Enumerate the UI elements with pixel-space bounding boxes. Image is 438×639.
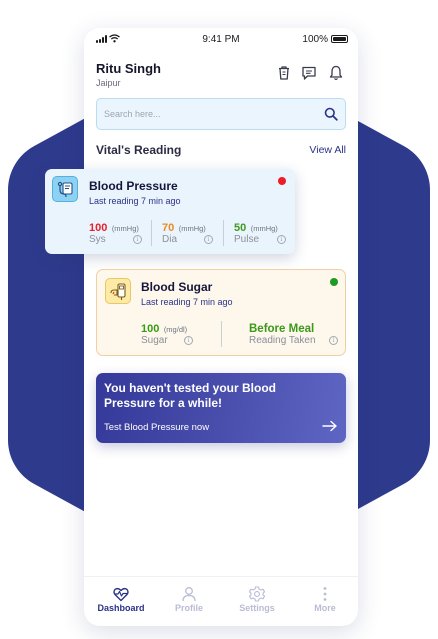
sys-metric: 100 (mmHg) Sys i xyxy=(89,218,142,245)
divider xyxy=(223,220,224,246)
blood-pressure-card[interactable]: Blood Pressure Last reading 7 min ago 10… xyxy=(45,169,295,254)
nav-label: Dashboard xyxy=(97,603,145,613)
dia-info-icon[interactable]: i xyxy=(204,235,213,244)
test-blood-pressure-link[interactable]: Test Blood Pressure now xyxy=(104,422,209,433)
reading-taken-label: Reading Taken xyxy=(249,335,316,346)
battery-percent: 100% xyxy=(302,34,328,45)
blood-pressure-last-reading: Last reading 7 min ago xyxy=(89,196,181,206)
more-vertical-icon xyxy=(323,587,327,601)
reading-taken-metric: Before Meal Reading Taken i xyxy=(249,319,338,346)
sys-label: Sys xyxy=(89,234,106,245)
sys-value: 100 xyxy=(89,222,108,234)
search-icon[interactable] xyxy=(324,107,338,121)
pulse-info-icon[interactable]: i xyxy=(277,235,286,244)
sugar-unit: (mg/dl) xyxy=(163,325,188,334)
blood-sugar-title: Blood Sugar xyxy=(141,280,213,294)
blood-pressure-icon xyxy=(52,176,78,202)
pulse-label: Pulse xyxy=(234,234,260,245)
sugar-value: 100 xyxy=(141,323,160,335)
dia-unit: (mmHg) xyxy=(178,224,206,233)
reminder-title: You haven't tested your Blood Pressure f… xyxy=(104,381,276,410)
meal-status-value: Before Meal xyxy=(249,323,315,335)
search-input[interactable]: Search here... xyxy=(96,98,346,130)
gear-icon xyxy=(248,586,266,602)
vitals-heading: Vital's Reading xyxy=(96,143,182,157)
trash-icon[interactable] xyxy=(275,64,293,82)
nav-label: More xyxy=(314,603,336,613)
status-bar: 9:41 PM 100% xyxy=(84,28,358,52)
nav-label: Profile xyxy=(174,603,203,613)
sugar-label: Sugar xyxy=(141,335,168,346)
nav-label: Settings xyxy=(239,603,275,613)
reminder-banner[interactable]: You haven't tested your Blood Pressure f… xyxy=(96,373,346,443)
user-name: Ritu Singh xyxy=(96,61,161,76)
pulse-value: 50 xyxy=(234,222,247,234)
dia-value: 70 xyxy=(162,222,175,234)
pulse-unit: (mmHg) xyxy=(250,224,278,233)
user-city: Jaipur xyxy=(96,78,121,88)
blood-pressure-status-dot xyxy=(278,177,286,185)
blood-sugar-last-reading: Last reading 7 min ago xyxy=(141,297,233,307)
search-placeholder: Search here... xyxy=(104,109,161,119)
view-all-link[interactable]: View All xyxy=(309,144,346,156)
person-icon xyxy=(182,587,196,602)
divider xyxy=(151,220,152,246)
blood-sugar-status-dot xyxy=(330,278,338,286)
arrow-right-icon[interactable] xyxy=(322,420,338,432)
bottom-navigation: Dashboard Profile Settings More xyxy=(84,576,358,622)
heart-pulse-icon xyxy=(113,587,129,602)
reading-taken-info-icon[interactable]: i xyxy=(329,336,338,345)
nav-settings[interactable]: Settings xyxy=(223,577,291,623)
battery-icon xyxy=(331,35,348,43)
chat-icon[interactable] xyxy=(300,64,318,82)
glucometer-icon xyxy=(105,278,131,304)
bell-icon[interactable] xyxy=(327,64,345,82)
sugar-info-icon[interactable]: i xyxy=(184,336,193,345)
dia-label: Dia xyxy=(162,234,178,245)
pulse-metric: 50 (mmHg) Pulse i xyxy=(234,218,286,245)
sys-info-icon[interactable]: i xyxy=(133,235,142,244)
sys-unit: (mmHg) xyxy=(111,224,139,233)
nav-more[interactable]: More xyxy=(291,577,359,623)
nav-dashboard[interactable]: Dashboard xyxy=(87,577,155,623)
nav-profile[interactable]: Profile xyxy=(155,577,223,623)
dia-metric: 70 (mmHg) Dia i xyxy=(162,218,213,245)
blood-sugar-card[interactable]: Blood Sugar Last reading 7 min ago 100 (… xyxy=(96,269,346,356)
sugar-metric: 100 (mg/dl) Sugar i xyxy=(141,319,193,346)
divider xyxy=(221,321,222,347)
blood-pressure-title: Blood Pressure xyxy=(89,179,178,193)
